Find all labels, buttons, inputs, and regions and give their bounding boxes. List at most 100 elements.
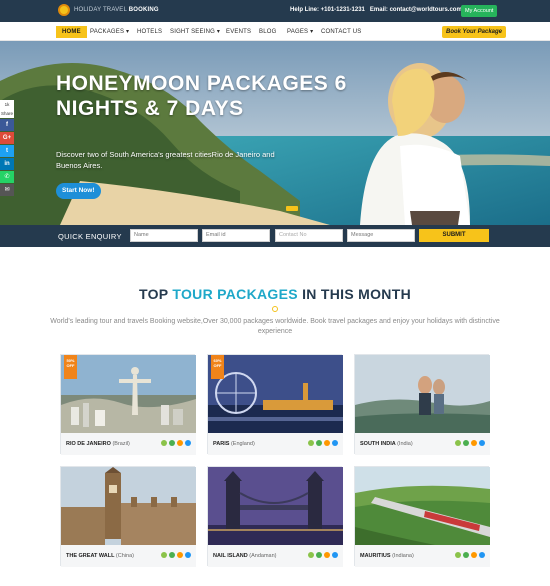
package-name: MAURITIUS [360,553,391,559]
slider-indicator[interactable] [286,206,298,211]
package-image [355,467,490,545]
start-now-button[interactable]: Start Now! [56,183,101,199]
logo-text-light: HOLIDAY TRAVEL [74,7,129,13]
help-line-label: Help Line: [290,7,321,13]
section-title-part2: IN THIS MONTH [297,286,411,302]
section-title-highlight: TOUR PACKAGES [172,286,298,302]
meal-icon [471,440,477,446]
contact-input[interactable]: Contact No [275,229,343,242]
google-plus-icon[interactable]: G+ [0,132,14,144]
flight-icon [169,440,175,446]
transport-icon [185,440,191,446]
package-card[interactable]: THE GREAT WALL (China) [60,466,196,567]
package-name: PARIS [213,441,230,447]
quick-enquiry-title: QUICK ENQUIRY [58,232,122,241]
meal-icon [324,552,330,558]
package-region: (Brazil) [112,441,130,447]
facebook-icon[interactable]: f [0,119,14,131]
book-your-package-button[interactable]: Book Your Package [442,26,507,38]
hotel-icon [308,440,314,446]
top-bar: HOLIDAY TRAVEL BOOKING Help Line: +101-1… [0,0,550,22]
email-label: Email: [369,7,390,13]
help-line-phone[interactable]: +101-1231-1231 [321,7,365,13]
transport-icon [479,552,485,558]
flight-icon [169,552,175,558]
email-input[interactable]: Email id [202,229,270,242]
meal-icon [471,552,477,558]
meal-icon [177,552,183,558]
logo-badge-icon [58,4,70,16]
package-name: RIO DE JANEIRO [66,441,111,447]
package-feature-icons [308,440,338,446]
package-region: (India) [397,441,413,447]
hero-title: HONEYMOON PACKAGES 6 NIGHTS & 7 DAYS [56,72,347,120]
email-address[interactable]: contact@worldtours.com [390,7,462,13]
message-input[interactable]: Message [347,229,415,242]
package-card[interactable]: MAURITIUS (Indiana) [354,466,490,567]
nav-item-pages[interactable]: PAGES ▾ [287,26,313,38]
package-footer: THE GREAT WALL (China) [61,545,196,567]
hotel-icon [161,552,167,558]
package-card[interactable]: 50% OFF RIO DE JANEIRO (Brazil) [60,354,196,455]
package-footer: NAIL ISLAND (Andaman) [208,545,343,567]
package-feature-icons [455,440,485,446]
package-region: (Indiana) [392,553,414,559]
discount-ribbon: 60% OFF [211,355,224,379]
nav-item-blog[interactable]: BLOG [259,26,276,38]
package-name: SOUTH INDIA [360,441,396,447]
package-name: THE GREAT WALL [66,553,115,559]
package-feature-icons [308,552,338,558]
package-card[interactable]: SOUTH INDIA (India) [354,354,490,455]
package-card[interactable]: NAIL ISLAND (Andaman) [207,466,343,567]
package-region: (Andaman) [249,553,277,559]
meal-icon [324,440,330,446]
site-logo[interactable]: HOLIDAY TRAVEL BOOKING [58,4,159,16]
package-image [208,467,343,545]
package-feature-icons [161,440,191,446]
contact-info: Help Line: +101-1231-1231 Email: contact… [290,7,462,13]
nav-item-hotels[interactable]: HOTELS [137,26,162,38]
flight-icon [316,440,322,446]
transport-icon [332,552,338,558]
package-footer: PARIS (England) [208,433,343,455]
package-footer: MAURITIUS (Indiana) [355,545,490,567]
email-icon[interactable]: ✉ [0,184,14,196]
submit-button[interactable]: SUBMIT [419,229,489,242]
nav-item-packages[interactable]: PACKAGES ▾ [90,26,129,38]
share-label: Share [0,111,13,116]
section-title: TOP TOUR PACKAGES IN THIS MONTH [0,286,550,302]
flight-icon [463,440,469,446]
package-image [61,467,196,545]
share-count: 1k Share [0,100,14,118]
nav-item-home[interactable]: HOME [56,26,87,38]
transport-icon [185,552,191,558]
main-nav: HOME PACKAGES ▾ HOTELS SIGHT SEEING ▾ EV… [0,22,550,41]
hotel-icon [455,552,461,558]
meal-icon [177,440,183,446]
nav-item-contact-us[interactable]: CONTACT US [321,26,361,38]
package-feature-icons [455,552,485,558]
package-image [355,355,490,433]
logo-text-bold: BOOKING [128,7,159,13]
nav-item-sight-seeing[interactable]: SIGHT SEEING ▾ [170,26,220,38]
package-image [208,355,343,433]
social-share-bar: 1k Share f G+ t in ✆ ✉ [0,100,14,196]
my-account-button[interactable]: My Account [461,5,498,17]
section-title-part1: TOP [139,286,173,302]
discount-ribbon: 50% OFF [64,355,77,379]
whatsapp-icon[interactable]: ✆ [0,171,14,183]
section-description: World's leading tour and travels Booking… [50,318,500,335]
transport-icon [479,440,485,446]
twitter-icon[interactable]: t [0,145,14,157]
package-footer: RIO DE JANEIRO (Brazil) [61,433,196,455]
hotel-icon [308,552,314,558]
package-card[interactable]: 60% OFF PARIS (England) [207,354,343,455]
package-image [61,355,196,433]
package-footer: SOUTH INDIA (India) [355,433,490,455]
flight-icon [316,552,322,558]
nav-item-events[interactable]: EVENTS [226,26,251,38]
linkedin-icon[interactable]: in [0,158,14,170]
package-name: NAIL ISLAND [213,553,248,559]
hotel-icon [455,440,461,446]
name-input[interactable]: Name [130,229,198,242]
